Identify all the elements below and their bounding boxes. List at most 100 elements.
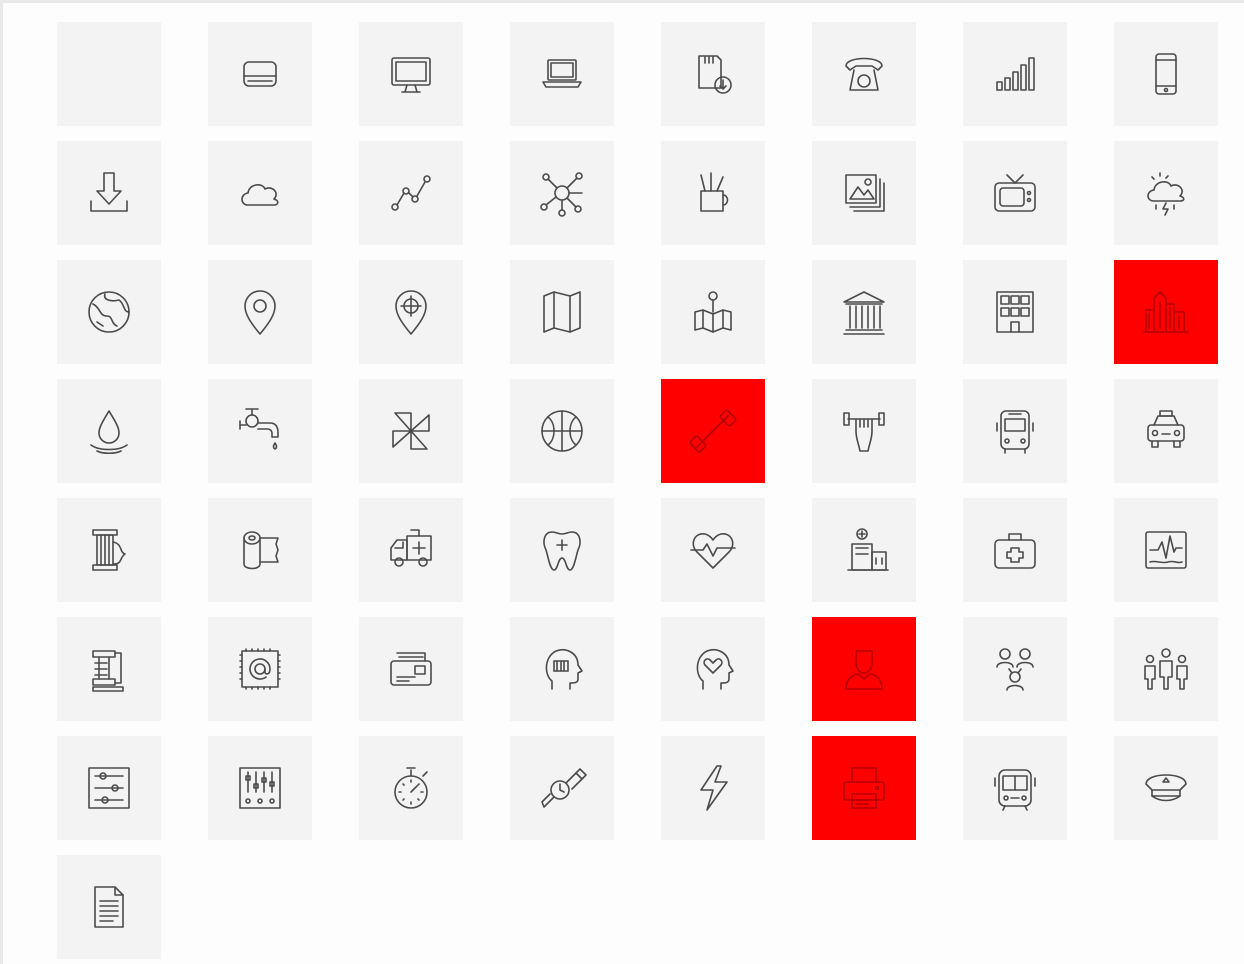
pinwheel-icon: [392, 412, 430, 450]
icon-tile-clamp[interactable]: [57, 617, 161, 721]
lightning-icon: [700, 765, 728, 811]
image-gallery-icon: [845, 174, 885, 212]
printer-icon: [843, 767, 885, 809]
icon-tile-line-graph[interactable]: [359, 141, 463, 245]
icon-tile-pencil-cup[interactable]: [661, 141, 765, 245]
icon-tile-head-heart[interactable]: [661, 617, 765, 721]
icon-tile-user-group[interactable]: [963, 617, 1067, 721]
icon-tile-basketball[interactable]: [510, 379, 614, 483]
icon-picker-panel: [0, 0, 1244, 964]
taxi-icon: [1147, 410, 1185, 448]
pencil-cup-icon: [700, 172, 729, 212]
icon-tile-hard-drive[interactable]: [208, 22, 312, 126]
icon-tile-laptop[interactable]: [510, 22, 614, 126]
icon-tile-image-gallery[interactable]: [812, 141, 916, 245]
team-people-icon: [1144, 648, 1188, 690]
icon-tile-download[interactable]: [57, 141, 161, 245]
icon-tile-first-aid-kit[interactable]: [963, 498, 1067, 602]
icon-tile-sliders-settings[interactable]: [57, 736, 161, 840]
thunderstorm-weather-icon: [1147, 172, 1185, 216]
clamp-icon: [92, 650, 124, 692]
icon-tile-dumbbell[interactable]: [661, 379, 765, 483]
user-profile-icon: [845, 650, 883, 690]
icon-tile-tram[interactable]: [963, 736, 1067, 840]
icon-tile-mixer-equalizer[interactable]: [208, 736, 312, 840]
retro-tv-icon: [994, 174, 1036, 212]
icon-tile-smartphone[interactable]: [1114, 22, 1218, 126]
icon-tile-team-people[interactable]: [1114, 617, 1218, 721]
icon-tile-water-tap[interactable]: [208, 379, 312, 483]
signal-bars-icon: [996, 57, 1035, 91]
email-stamp-icon: [239, 648, 281, 690]
card-reader-icon: [390, 652, 432, 686]
icon-tile-weightlifting[interactable]: [812, 379, 916, 483]
heartbeat-icon: [690, 533, 736, 569]
weightlifting-icon: [843, 412, 885, 452]
folded-map-icon: [543, 291, 581, 333]
icon-tile-map-pin[interactable]: [208, 260, 312, 364]
icon-tile-tooth[interactable]: [510, 498, 614, 602]
icon-tile-lightning[interactable]: [661, 736, 765, 840]
police-cap-icon: [1145, 774, 1187, 802]
map-location-icon: [694, 291, 732, 333]
icon-tile-user-profile[interactable]: [812, 617, 916, 721]
icon-tile-email-stamp[interactable]: [208, 617, 312, 721]
thread-spool-icon: [92, 529, 126, 571]
icon-tile-map-location[interactable]: [661, 260, 765, 364]
icon-tile-office-building[interactable]: [963, 260, 1067, 364]
icon-tile-target-pin[interactable]: [359, 260, 463, 364]
icon-tile-head-barcode[interactable]: [510, 617, 614, 721]
icon-tile-desktop-monitor[interactable]: [359, 22, 463, 126]
icon-tile-paper-towel-roll[interactable]: [208, 498, 312, 602]
icon-tile-network-nodes[interactable]: [510, 141, 614, 245]
icon-tile-thread-spool[interactable]: [57, 498, 161, 602]
heart-monitor-icon: [1145, 531, 1187, 569]
icon-tile-ambulance[interactable]: [359, 498, 463, 602]
water-tap-icon: [239, 408, 279, 450]
tooth-icon: [543, 531, 581, 571]
icon-tile-document[interactable]: [57, 855, 161, 959]
icon-tile-signal-bars[interactable]: [963, 22, 1067, 126]
ambulance-icon: [390, 529, 432, 567]
head-barcode-icon: [545, 649, 583, 690]
icon-tile-water-drop[interactable]: [57, 379, 161, 483]
download-icon: [90, 172, 128, 212]
desktop-monitor-icon: [391, 57, 431, 93]
dumbbell-icon: [689, 409, 737, 453]
sd-card-download-icon: [698, 55, 732, 94]
icon-tile-card-reader[interactable]: [359, 617, 463, 721]
user-group-icon: [996, 648, 1034, 691]
icon-tile-police-cap[interactable]: [1114, 736, 1218, 840]
icon-tile-printer[interactable]: [812, 736, 916, 840]
office-building-icon: [996, 291, 1034, 333]
first-aid-kit-icon: [994, 533, 1036, 569]
rotary-telephone-icon: [845, 57, 883, 91]
icon-tile-hospital[interactable]: [812, 498, 916, 602]
icon-tile-retro-tv[interactable]: [963, 141, 1067, 245]
icon-tile-bank-building[interactable]: [812, 260, 916, 364]
globe-icon: [88, 291, 130, 333]
icon-tile-smartwatch[interactable]: [510, 736, 614, 840]
icon-tile-heart-monitor[interactable]: [1114, 498, 1218, 602]
icon-tile-heartbeat[interactable]: [661, 498, 765, 602]
icon-tile-taxi[interactable]: [1114, 379, 1218, 483]
icon-tile-city-skyline[interactable]: [1114, 260, 1218, 364]
icon-tile-folded-map[interactable]: [510, 260, 614, 364]
icon-tile-bus-front[interactable]: [963, 379, 1067, 483]
icon-grid: [57, 22, 1218, 959]
laptop-icon: [542, 59, 582, 88]
icon-tile-globe[interactable]: [57, 260, 161, 364]
icon-tile-rotary-telephone[interactable]: [812, 22, 916, 126]
sliders-settings-icon: [88, 767, 130, 809]
icon-tile-cloud[interactable]: [208, 141, 312, 245]
icon-tile-stopwatch[interactable]: [359, 736, 463, 840]
network-nodes-icon: [540, 172, 583, 217]
icon-tile-sd-card-download[interactable]: [661, 22, 765, 126]
icon-tile-blank[interactable]: [57, 22, 161, 126]
city-skyline-icon: [1143, 291, 1189, 333]
head-heart-icon: [696, 649, 734, 690]
icon-tile-pinwheel[interactable]: [359, 379, 463, 483]
map-pin-icon: [244, 290, 276, 335]
basketball-icon: [541, 410, 583, 452]
icon-tile-thunderstorm-weather[interactable]: [1114, 141, 1218, 245]
